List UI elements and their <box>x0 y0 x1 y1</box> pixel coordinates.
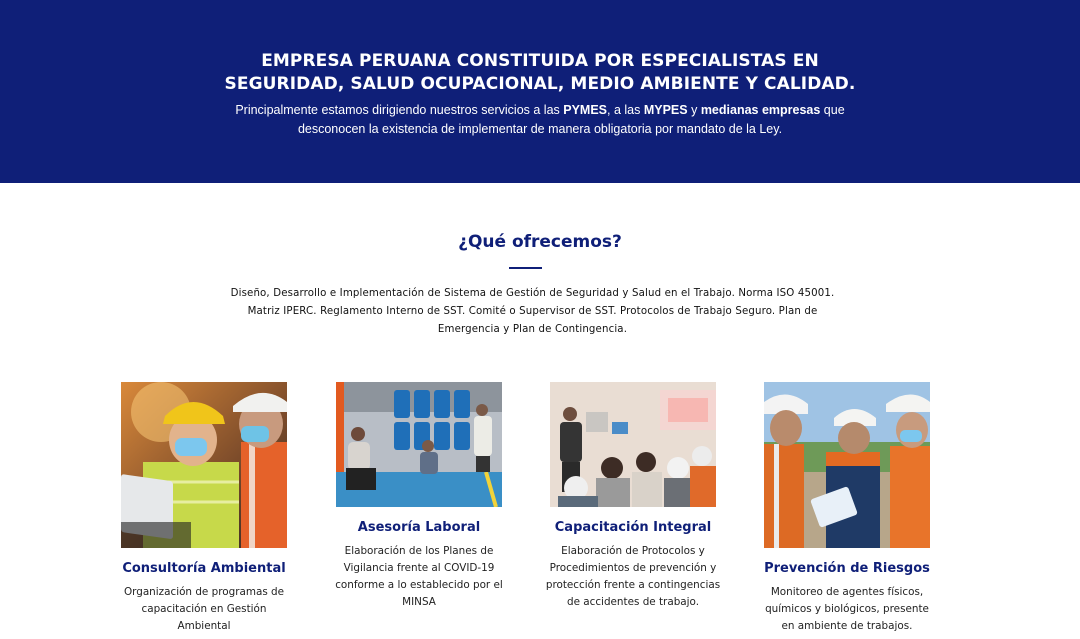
workers-hardhat-laptop-photo <box>121 382 287 548</box>
service-desc-line: Procedimientos de prevención y <box>549 562 717 574</box>
offer-title-divider <box>509 267 542 269</box>
offer-title: ¿Qué ofrecemos? <box>458 232 622 252</box>
hero-intro-suffix: que <box>820 103 845 117</box>
offer-desc-line3: Emergencia y Plan de Contingencia. <box>437 324 628 335</box>
service-desc-line: en ambiente de trabajos. <box>781 620 913 632</box>
hero-intro: Principalmente estamos dirigiendo nuestr… <box>0 101 1080 139</box>
offer-desc-line2: Matriz IPERC. Reglamento Interno de SST.… <box>247 306 818 317</box>
service-card-prevencion[interactable]: Prevención de Riesgos Monitoreo de agent… <box>753 382 941 635</box>
hero-intro-mypes: MYPES <box>643 103 688 117</box>
service-desc-line: conforme a lo establecido por el <box>335 579 503 591</box>
service-desc-line: de accidentes de trabajo. <box>566 596 700 608</box>
hero-intro-mid: , a las <box>607 103 644 117</box>
offer-desc-line1: Diseño, Desarrollo e Implementación de S… <box>230 288 835 299</box>
hero-intro-medianas: medianas empresas <box>700 103 821 117</box>
service-title[interactable]: Consultoría Ambiental <box>110 561 298 576</box>
offer-description: Diseño, Desarrollo e Implementación de S… <box>200 285 865 339</box>
service-desc-line: Monitoreo de agentes físicos, <box>770 586 924 598</box>
service-description: Monitoreo de agentes físicos, químicos y… <box>753 584 941 635</box>
hero-title: EMPRESA PERUANA CONSTITUIDA POR ESPECIAL… <box>0 50 1080 96</box>
service-card-consultoria[interactable]: Consultoría Ambiental Organización de pr… <box>110 382 298 635</box>
service-card-capacitacion[interactable]: Capacitación Integral Elaboración de Pro… <box>540 382 726 611</box>
hero-banner: EMPRESA PERUANA CONSTITUIDA POR ESPECIAL… <box>0 0 1080 183</box>
hero-intro-prefix: Principalmente estamos dirigiendo nuestr… <box>235 103 564 117</box>
service-description: Organización de programas de capacitació… <box>110 584 298 635</box>
service-desc-line: Ambiental <box>177 620 231 632</box>
service-description: Elaboración de Protocolos y Procedimient… <box>540 543 726 611</box>
service-desc-line: protección frente a contingencias <box>545 579 721 591</box>
service-desc-line: químicos y biológicos, presente <box>765 603 929 615</box>
field-inspection-workers-photo <box>764 382 930 548</box>
service-desc-line: Elaboración de Protocolos y <box>561 545 705 557</box>
classroom-training-photo <box>550 382 716 507</box>
hero-intro-pymes: PYMES <box>563 103 608 117</box>
hero-title-line2: SEGURIDAD, SALUD OCUPACIONAL, MEDIO AMBI… <box>224 74 856 94</box>
service-desc-line: Organización de programas de <box>123 586 285 598</box>
service-desc-line: Elaboración de los Planes de <box>344 545 494 557</box>
hero-title-line1: EMPRESA PERUANA CONSTITUIDA POR ESPECIAL… <box>261 51 819 71</box>
hero-intro-and: y <box>687 103 701 117</box>
warehouse-barrels-meeting-photo <box>336 382 502 507</box>
service-title[interactable]: Capacitación Integral <box>540 520 726 535</box>
service-title[interactable]: Prevención de Riesgos <box>753 561 941 576</box>
service-desc-line: MINSA <box>402 596 436 608</box>
hero-intro-line2: desconocen la existencia de implementar … <box>297 122 783 136</box>
service-card-asesoria[interactable]: Asesoría Laboral Elaboración de los Plan… <box>326 382 512 611</box>
service-title[interactable]: Asesoría Laboral <box>326 520 512 535</box>
service-desc-line: capacitación en Gestión <box>141 603 267 615</box>
service-desc-line: Vigilancia frente al COVID-19 <box>343 562 495 574</box>
service-description: Elaboración de los Planes de Vigilancia … <box>326 543 512 611</box>
